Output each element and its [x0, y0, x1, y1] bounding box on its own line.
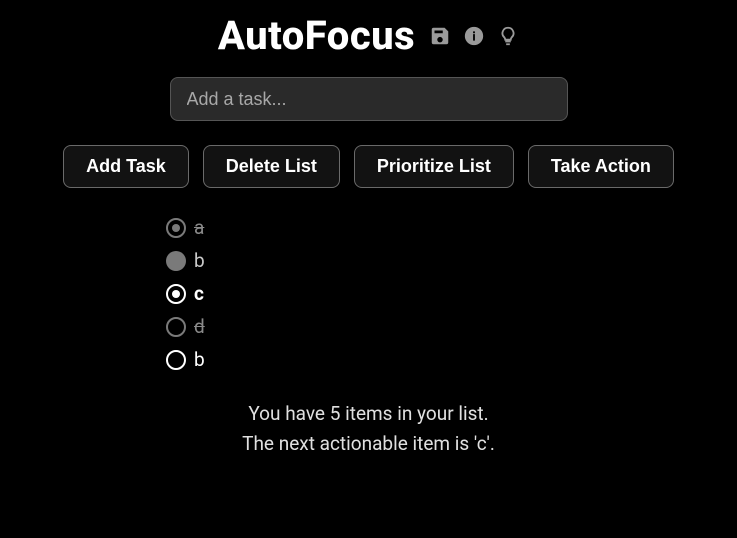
- info-icon[interactable]: [463, 25, 485, 47]
- task-list: a b c d b: [166, 216, 205, 371]
- add-task-input[interactable]: [170, 77, 568, 121]
- task-label: c: [194, 282, 204, 305]
- app-title: AutoFocus: [218, 12, 415, 59]
- task-label: d: [194, 315, 205, 338]
- header: AutoFocus: [218, 12, 519, 59]
- take-action-button[interactable]: Take Action: [528, 145, 674, 188]
- add-task-button[interactable]: Add Task: [63, 145, 189, 188]
- task-item[interactable]: b: [166, 249, 205, 272]
- input-row: [170, 77, 568, 121]
- task-status-icon: [166, 251, 186, 271]
- task-status-icon: [166, 284, 186, 304]
- task-status-icon: [166, 218, 186, 238]
- status-line-1: You have 5 items in your list.: [242, 399, 495, 429]
- header-icons: [429, 25, 519, 47]
- task-item[interactable]: b: [166, 348, 205, 371]
- status-line-2: The next actionable item is 'c'.: [242, 429, 495, 459]
- lightbulb-icon[interactable]: [497, 25, 519, 47]
- task-status-icon: [166, 317, 186, 337]
- task-item[interactable]: c: [166, 282, 205, 305]
- status-text: You have 5 items in your list. The next …: [242, 399, 495, 460]
- task-item[interactable]: a: [166, 216, 205, 239]
- button-row: Add Task Delete List Prioritize List Tak…: [63, 145, 674, 188]
- task-label: b: [194, 249, 205, 272]
- prioritize-list-button[interactable]: Prioritize List: [354, 145, 514, 188]
- task-status-icon: [166, 350, 186, 370]
- save-icon[interactable]: [429, 25, 451, 47]
- delete-list-button[interactable]: Delete List: [203, 145, 340, 188]
- task-item[interactable]: d: [166, 315, 205, 338]
- task-label: a: [194, 216, 204, 239]
- task-label: b: [194, 348, 205, 371]
